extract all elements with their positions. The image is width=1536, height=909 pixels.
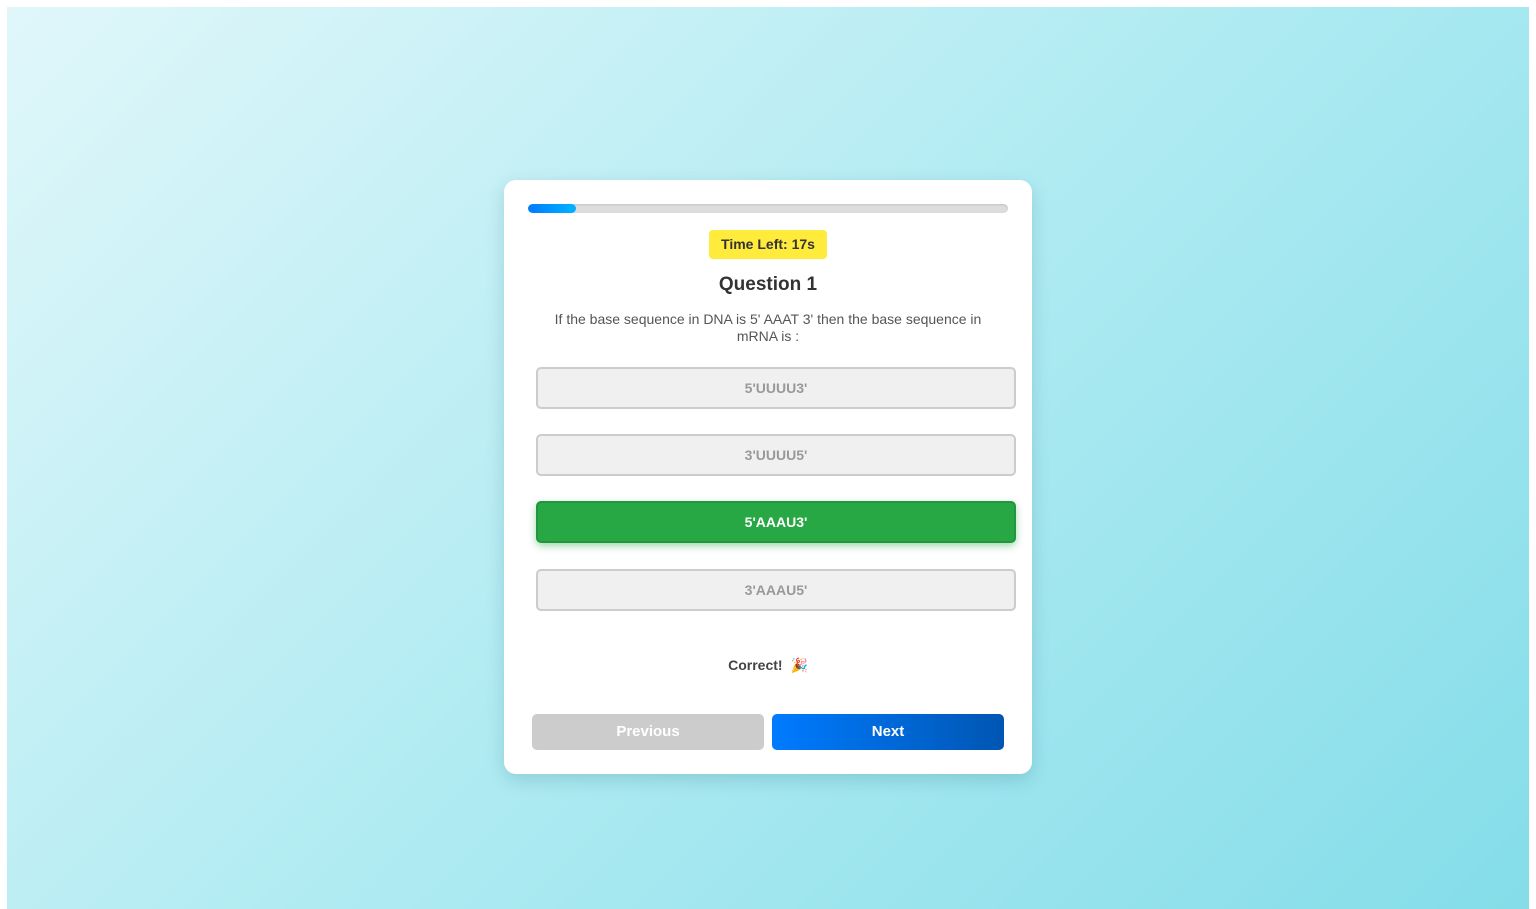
page-background: Time Left: 17s Question 1 If the base se… [7, 7, 1529, 909]
option-button-3[interactable]: 5'AAAU3' [536, 501, 1016, 543]
previous-button[interactable]: Previous [532, 714, 764, 750]
feedback-text: Correct! [728, 657, 783, 673]
timer-container: Time Left: 17s [504, 230, 1032, 259]
question-text: If the base sequence in DNA is 5' AAAT 3… [554, 311, 982, 344]
question-title: Question 1 [718, 274, 818, 295]
option-button-1[interactable]: 5'UUUU3' [536, 367, 1016, 409]
progress-bar-fill [528, 204, 576, 213]
timer-badge: Time Left: 17s [709, 230, 827, 259]
next-button[interactable]: Next [772, 714, 1004, 750]
option-button-4[interactable]: 3'AAAU5' [536, 569, 1016, 611]
option-button-2[interactable]: 3'UUUU5' [536, 434, 1016, 476]
party-popper-icon: 🎉 [790, 657, 808, 673]
progress-bar [528, 204, 1008, 213]
quiz-card: Time Left: 17s Question 1 If the base se… [504, 180, 1032, 774]
feedback-message: Correct! 🎉 [504, 657, 1032, 674]
